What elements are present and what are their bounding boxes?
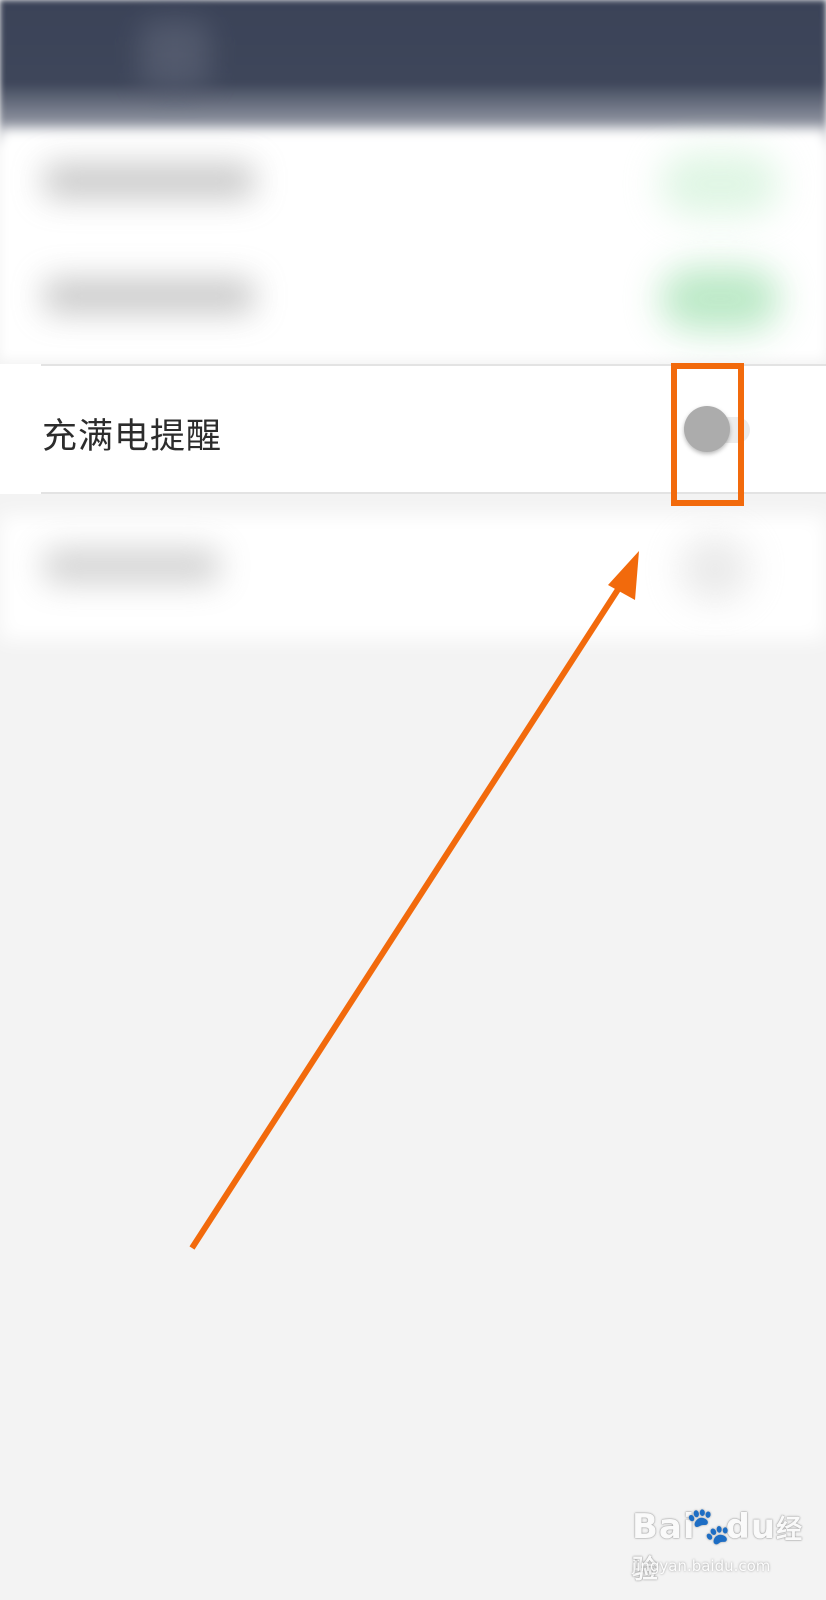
- arrow-annotation: [189, 551, 639, 1250]
- baidu-jingyan-watermark: Bai du经验 🐾 jingyan.baidu.com: [630, 1505, 810, 1590]
- watermark-url: jingyan.baidu.com: [632, 1557, 771, 1575]
- arrow-shaft: [189, 572, 631, 1250]
- paw-icon: 🐾: [686, 1506, 731, 1547]
